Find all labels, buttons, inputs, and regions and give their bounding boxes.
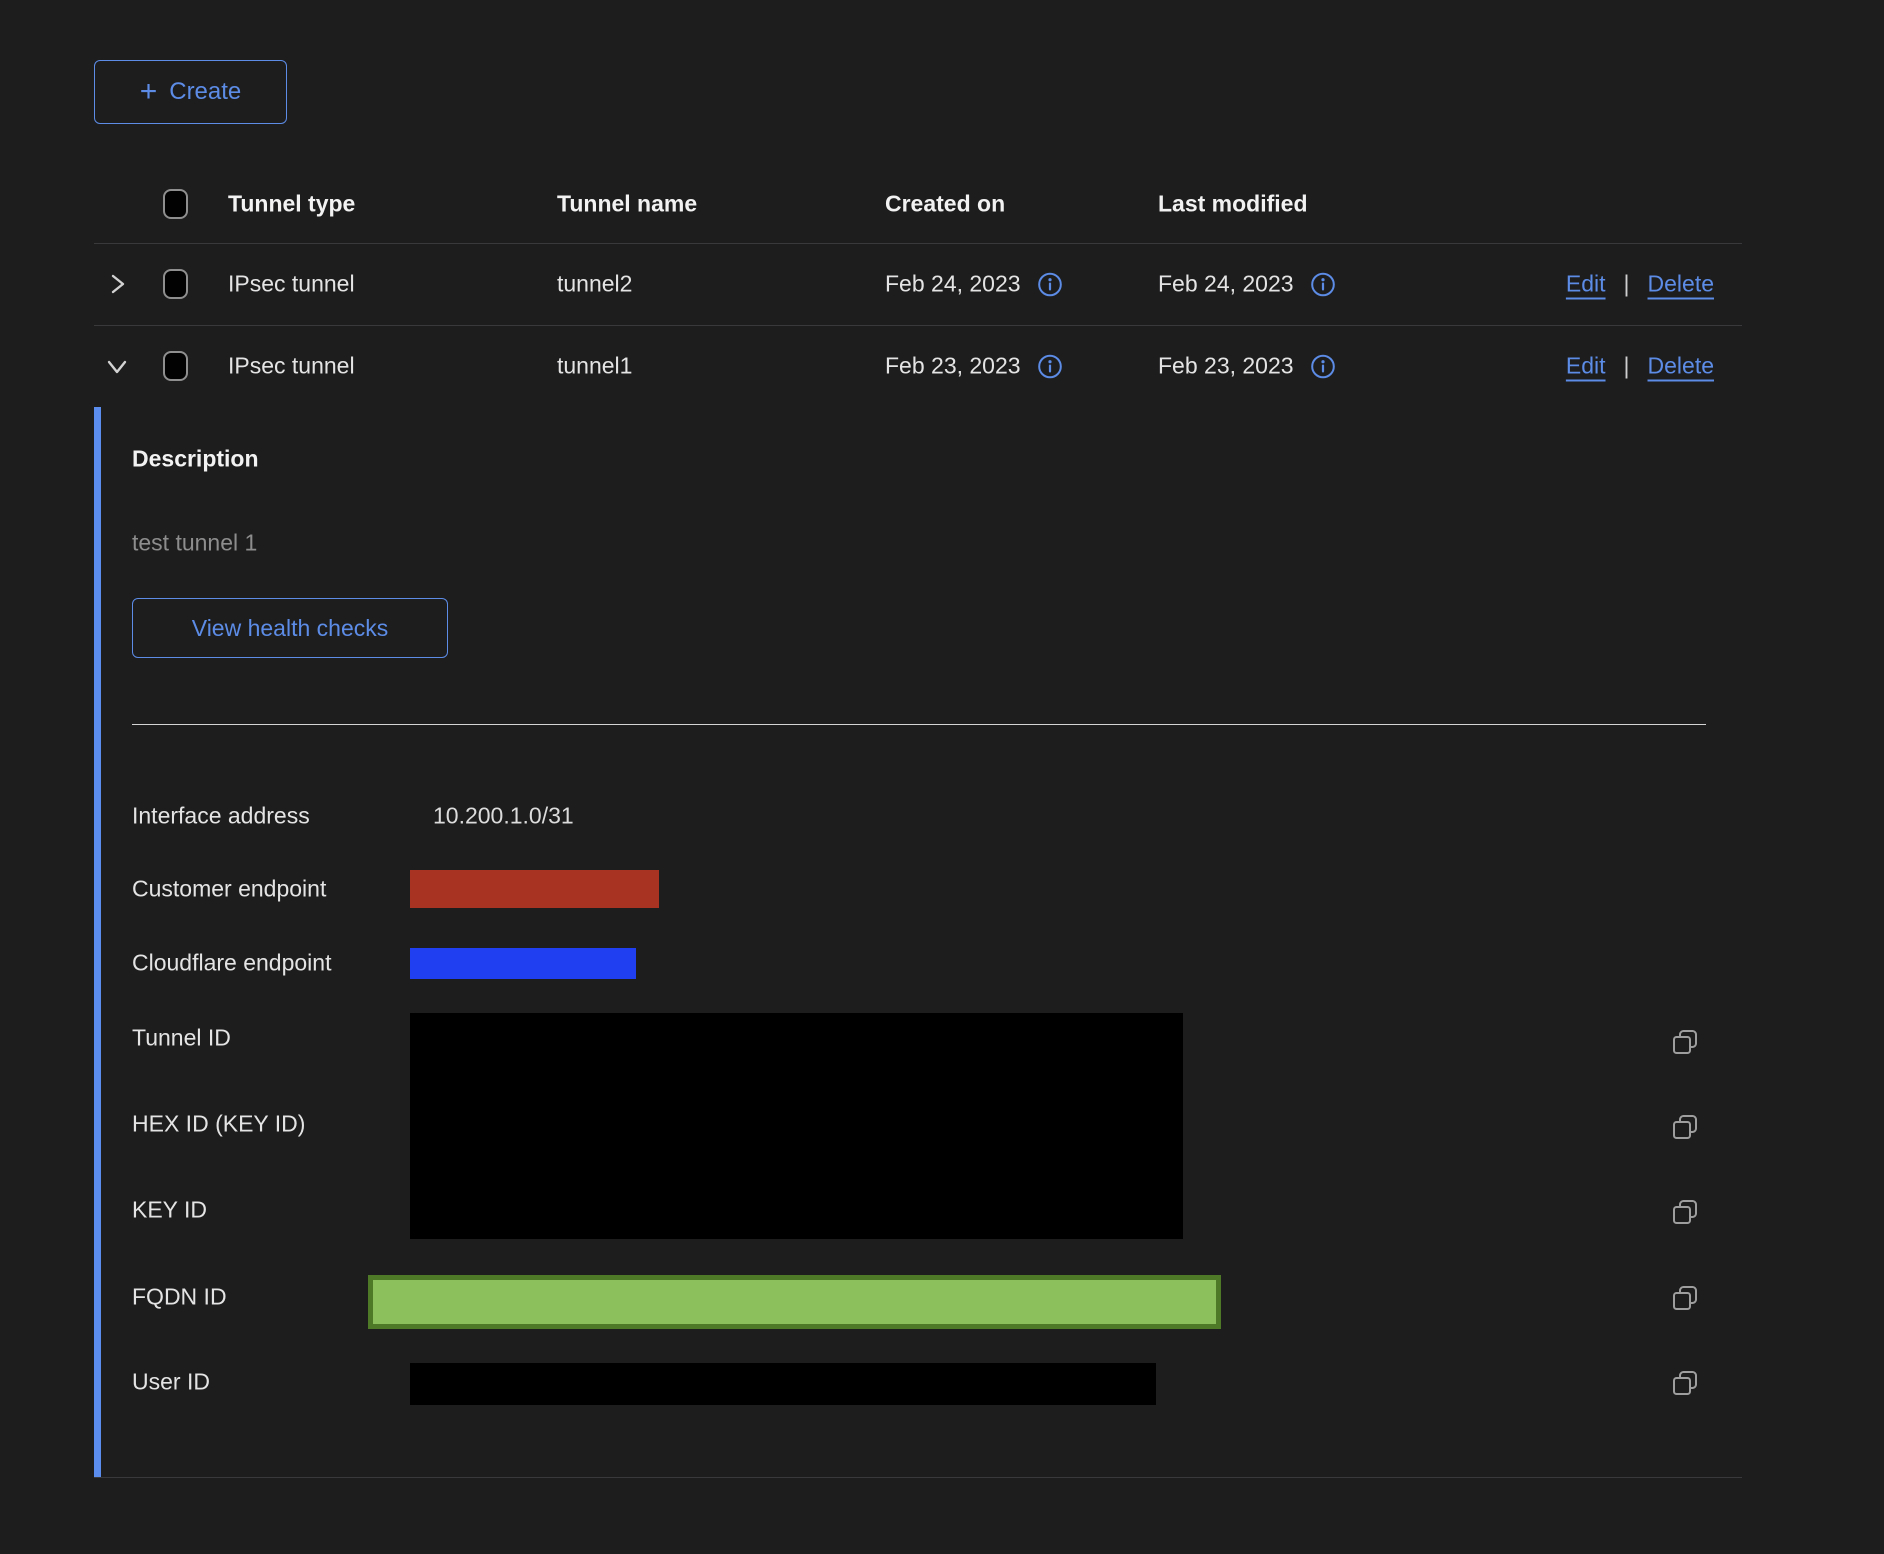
hex-id-label: HEX ID (KEY ID) (132, 1111, 305, 1138)
select-row-cell (163, 351, 188, 381)
copy-icon (1670, 1112, 1700, 1142)
created-on-value: Feb 23, 2023 (885, 353, 1021, 380)
last-modified-value: Feb 24, 2023 (1158, 271, 1294, 298)
create-button-label: Create (169, 78, 241, 106)
row-actions: Edit | Delete (1566, 271, 1714, 298)
tunnel-details-panel: Description test tunnel 1 View health ch… (94, 407, 1742, 1478)
tunnel-id-label: Tunnel ID (132, 1025, 231, 1052)
select-row-cell (163, 269, 188, 299)
section-divider (132, 724, 1706, 725)
tunnel-name-value: tunnel1 (557, 353, 632, 380)
fqdn-id-label: FQDN ID (132, 1284, 227, 1311)
plus-icon: + (140, 77, 158, 107)
tunnel-row-tunnel1: IPsec tunnel tunnel1 Feb 23, 2023 Feb 23… (94, 325, 1742, 407)
info-icon[interactable] (1037, 271, 1063, 297)
customer-endpoint-label: Customer endpoint (132, 876, 326, 903)
expanded-row-accent-bar (94, 407, 101, 1477)
created-on-value: Feb 24, 2023 (885, 271, 1021, 298)
user-id-redaction (410, 1363, 1156, 1405)
copy-icon (1670, 1027, 1700, 1057)
info-icon[interactable] (1310, 353, 1336, 379)
header-tunnel-name: Tunnel name (557, 191, 697, 218)
header-last-modified: Last modified (1158, 191, 1308, 218)
user-id-label: User ID (132, 1369, 210, 1396)
create-button[interactable]: + Create (94, 60, 287, 124)
expand-toggle-cell (102, 269, 132, 299)
info-icon[interactable] (1310, 271, 1336, 297)
chevron-right-icon[interactable] (102, 269, 132, 299)
cloudflare-endpoint-label: Cloudflare endpoint (132, 950, 331, 977)
copy-icon (1670, 1197, 1700, 1227)
select-row-checkbox[interactable] (163, 351, 188, 381)
row-actions: Edit | Delete (1566, 353, 1714, 380)
tunnel-row-tunnel2: IPsec tunnel tunnel2 Feb 24, 2023 Feb 24… (94, 243, 1742, 326)
copy-tunnel-id-button[interactable] (1670, 1027, 1700, 1057)
last-modified-value: Feb 23, 2023 (1158, 353, 1294, 380)
last-modified-cell: Feb 24, 2023 (1158, 271, 1336, 298)
last-modified-cell: Feb 23, 2023 (1158, 353, 1336, 380)
actions-separator: | (1624, 271, 1630, 298)
header-created-on: Created on (885, 191, 1005, 218)
copy-key-id-button[interactable] (1670, 1197, 1700, 1227)
interface-address-label: Interface address (132, 803, 310, 830)
description-label: Description (132, 446, 259, 473)
actions-separator: | (1624, 353, 1630, 380)
view-health-checks-button[interactable]: View health checks (132, 598, 448, 658)
fqdn-id-redaction (368, 1275, 1221, 1329)
ipsec-tunnels-page: + Create Tunnel type Tunnel name Created… (0, 0, 1884, 1554)
delete-link[interactable]: Delete (1648, 271, 1714, 298)
key-id-label: KEY ID (132, 1197, 207, 1224)
copy-icon (1670, 1283, 1700, 1313)
select-all-cell (163, 189, 188, 219)
select-row-checkbox[interactable] (163, 269, 188, 299)
edit-link[interactable]: Edit (1566, 353, 1606, 380)
header-tunnel-type: Tunnel type (228, 191, 355, 218)
select-all-checkbox[interactable] (163, 189, 188, 219)
tunnel-type-value: IPsec tunnel (228, 271, 355, 298)
copy-hex-id-button[interactable] (1670, 1112, 1700, 1142)
view-health-checks-label: View health checks (192, 615, 388, 642)
ids-redaction-block (410, 1013, 1183, 1239)
copy-icon (1670, 1368, 1700, 1398)
customer-endpoint-redaction (410, 870, 659, 908)
tunnel-name-value: tunnel2 (557, 271, 632, 298)
table-header-row: Tunnel type Tunnel name Created on Last … (94, 165, 1742, 244)
info-icon[interactable] (1037, 353, 1063, 379)
chevron-down-icon[interactable] (102, 351, 132, 381)
copy-user-id-button[interactable] (1670, 1368, 1700, 1398)
tunnel-type-value: IPsec tunnel (228, 353, 355, 380)
created-on-cell: Feb 24, 2023 (885, 271, 1063, 298)
created-on-cell: Feb 23, 2023 (885, 353, 1063, 380)
interface-address-value: 10.200.1.0/31 (433, 803, 574, 830)
cloudflare-endpoint-redaction (410, 948, 636, 979)
edit-link[interactable]: Edit (1566, 271, 1606, 298)
copy-fqdn-id-button[interactable] (1670, 1283, 1700, 1313)
expand-toggle-cell (102, 351, 132, 381)
delete-link[interactable]: Delete (1648, 353, 1714, 380)
description-value: test tunnel 1 (132, 530, 257, 557)
